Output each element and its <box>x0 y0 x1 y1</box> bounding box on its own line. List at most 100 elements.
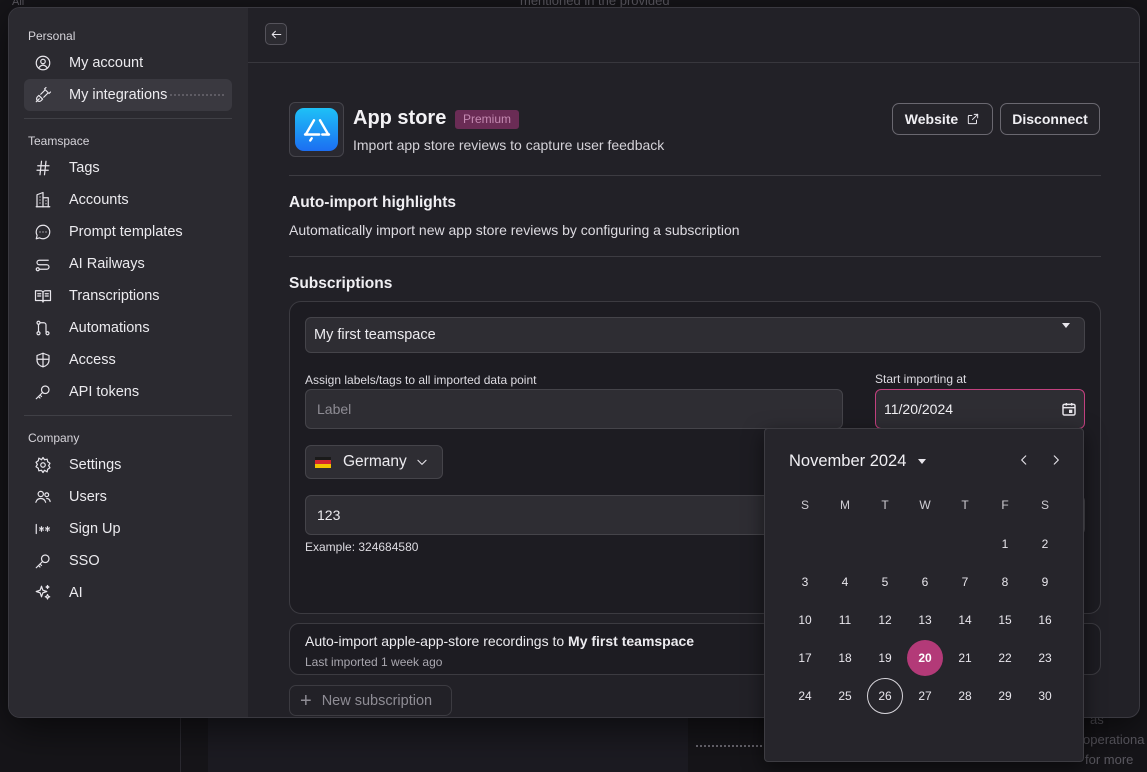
gear-icon <box>34 456 52 474</box>
chat-bubble-icon <box>34 223 52 241</box>
sidebar-item-label: My account <box>69 55 144 71</box>
calendar-day[interactable]: 3 <box>787 564 823 600</box>
sidebar-item-label: SSO <box>69 553 100 569</box>
integration-description: Import app store reviews to capture user… <box>353 137 665 153</box>
calendar-day[interactable]: 1 <box>987 526 1023 562</box>
calendar-day[interactable]: 23 <box>1027 640 1063 676</box>
back-button[interactable] <box>265 23 287 45</box>
auto-import-title: Auto-import highlights <box>289 194 457 211</box>
weekday-header: S <box>800 498 809 512</box>
background-divider <box>180 718 181 772</box>
weekday-header: M <box>840 498 850 512</box>
sidebar-item-ai[interactable]: AI <box>24 577 232 609</box>
user-circle-icon <box>34 54 52 72</box>
country-select[interactable]: Germany <box>305 445 443 479</box>
auto-import-description: Automatically import new app store revie… <box>289 222 740 238</box>
label-input[interactable]: Label <box>305 389 843 429</box>
sidebar-item-users[interactable]: Users <box>24 481 232 513</box>
calendar-day[interactable]: 14 <box>947 602 983 638</box>
calendar-day[interactable]: 12 <box>867 602 903 638</box>
sidebar-divider <box>24 415 232 416</box>
teamspace-select[interactable]: My first teamspace <box>305 317 1085 353</box>
sidebar-item-my-integrations[interactable]: My integrations <box>24 79 232 111</box>
calendar-day[interactable]: 10 <box>787 602 823 638</box>
section-divider <box>289 175 1101 176</box>
background-text: operationa <box>1083 732 1145 747</box>
calendar-day[interactable]: 5 <box>867 564 903 600</box>
calendar-day[interactable]: 16 <box>1027 602 1063 638</box>
calendar-day[interactable]: 24 <box>787 678 823 714</box>
hash-icon <box>34 159 52 177</box>
calendar-day[interactable]: 11 <box>827 602 863 638</box>
sidebar-item-accounts[interactable]: Accounts <box>24 184 232 216</box>
sidebar-item-label: Accounts <box>69 192 129 208</box>
calendar-day[interactable]: 9 <box>1027 564 1063 600</box>
plug-icon <box>34 86 52 104</box>
calendar-day[interactable]: 17 <box>787 640 823 676</box>
calendar-day[interactable]: 27 <box>907 678 943 714</box>
sidebar-item-label: AI <box>69 585 83 601</box>
integration-title: App store <box>353 107 447 129</box>
app-id-example: Example: 324684580 <box>305 540 419 554</box>
calendar-day[interactable]: 29 <box>987 678 1023 714</box>
app-store-logo <box>289 102 344 157</box>
next-month-button[interactable] <box>1049 453 1063 467</box>
sidebar-item-api-tokens[interactable]: API tokens <box>24 376 232 408</box>
calendar-day[interactable]: 25 <box>827 678 863 714</box>
premium-badge: Premium <box>455 110 520 129</box>
arrow-left-icon <box>271 30 281 38</box>
sidebar-item-label: Prompt templates <box>69 224 183 240</box>
section-title-teamspace: Teamspace <box>28 134 90 148</box>
sidebar-item-my-account[interactable]: My account <box>24 47 232 79</box>
background-panel <box>208 718 688 772</box>
calendar-day[interactable]: 4 <box>827 564 863 600</box>
calendar-day[interactable]: 13 <box>907 602 943 638</box>
calendar-day[interactable]: 21 <box>947 640 983 676</box>
calendar-day[interactable]: 18 <box>827 640 863 676</box>
calendar-day[interactable]: 19 <box>867 640 903 676</box>
route-icon <box>34 255 52 273</box>
weekday-header: F <box>1001 498 1009 512</box>
calendar-day-selected[interactable]: 20 <box>907 640 943 676</box>
new-subscription-button[interactable]: + New subscription <box>289 685 452 716</box>
sidebar-item-automations[interactable]: Automations <box>24 312 232 344</box>
section-divider <box>289 256 1101 257</box>
calendar-day[interactable]: 7 <box>947 564 983 600</box>
calendar-day[interactable]: 15 <box>987 602 1023 638</box>
sidebar-item-settings[interactable]: Settings <box>24 449 232 481</box>
recording-title: Auto-import apple-app-store recordings t… <box>305 633 694 649</box>
recording-title-prefix: Auto-import apple-app-store recordings t… <box>305 633 569 649</box>
sidebar-item-transcriptions[interactable]: Transcriptions <box>24 280 232 312</box>
background-divider <box>696 745 766 747</box>
website-button[interactable]: Website <box>892 103 993 135</box>
sidebar-item-sign-up[interactable]: Sign Up <box>24 513 232 545</box>
website-button-label: Website <box>904 111 959 127</box>
calendar-day[interactable]: 28 <box>947 678 983 714</box>
app-store-icon <box>295 108 338 151</box>
calendar-day[interactable]: 26 <box>867 678 903 714</box>
sidebar-item-ai-railways[interactable]: AI Railways <box>24 248 232 280</box>
sidebar-item-sso[interactable]: SSO <box>24 545 232 577</box>
sidebar-item-label: Access <box>69 352 116 368</box>
calendar-day[interactable]: 22 <box>987 640 1023 676</box>
sidebar-divider <box>24 118 232 119</box>
new-subscription-label: New subscription <box>321 692 433 709</box>
country-select-value: Germany <box>343 453 407 470</box>
sidebar-item-access[interactable]: Access <box>24 344 232 376</box>
sidebar-item-label: Automations <box>69 320 150 336</box>
weekday-header: T <box>961 498 969 512</box>
calendar-day[interactable]: 2 <box>1027 526 1063 562</box>
calendar-day[interactable]: 8 <box>987 564 1023 600</box>
sidebar-item-prompt-templates[interactable]: Prompt templates <box>24 216 232 248</box>
previous-month-button[interactable] <box>1017 453 1031 467</box>
sidebar-item-tags[interactable]: Tags <box>24 152 232 184</box>
disconnect-button[interactable]: Disconnect <box>1000 103 1100 135</box>
month-select[interactable]: November 2024 <box>789 452 927 471</box>
calendar-day[interactable]: 30 <box>1027 678 1063 714</box>
start-date-input[interactable]: 11/20/2024 <box>875 389 1085 429</box>
users-icon <box>34 488 52 506</box>
caret-down-icon <box>1062 323 1070 328</box>
calendar-day[interactable]: 6 <box>907 564 943 600</box>
calendar-icon[interactable] <box>1061 401 1077 417</box>
caret-down-icon <box>918 459 927 464</box>
